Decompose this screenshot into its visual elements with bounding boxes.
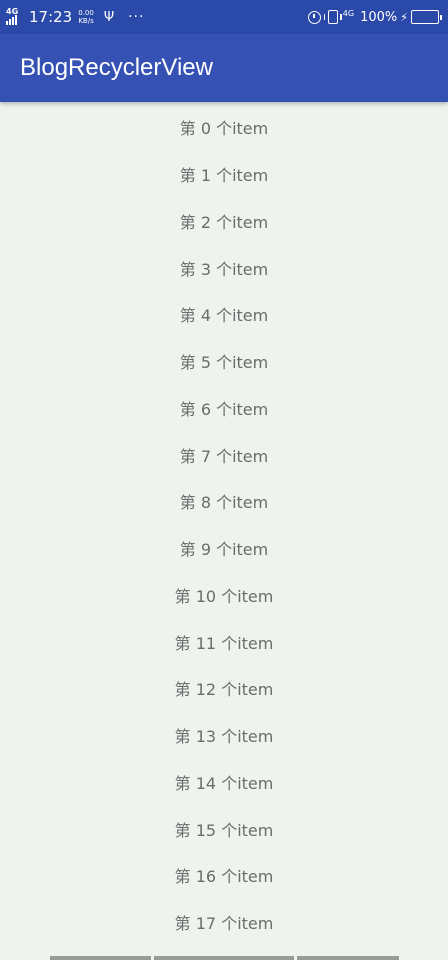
list-item[interactable]: 第 9 个item <box>0 525 448 572</box>
list-item-label: 第 7 个item <box>179 446 269 466</box>
list-item-label: 第 2 个item <box>179 212 269 232</box>
list-item-label: 第 3 个item <box>179 259 269 279</box>
bottom-partial-item <box>50 956 399 960</box>
list-item-label: 第 9 个item <box>179 540 269 560</box>
list-item-label: 第 10 个item <box>174 586 274 606</box>
list-item[interactable]: 第 8 个item <box>0 478 448 525</box>
status-time: 17:23 <box>29 8 73 26</box>
list-item-label: 第 6 个item <box>179 399 269 419</box>
list-item[interactable]: 第 11 个item <box>0 618 448 665</box>
net-speed-value: 0.00 <box>78 9 94 17</box>
usb-icon: Ψ <box>103 9 115 25</box>
charging-icon: ⚡ <box>400 10 408 24</box>
app-bar: BlogRecyclerView <box>0 34 448 102</box>
list-item-label: 第 12 个item <box>174 680 274 700</box>
list-item[interactable]: 第 7 个item <box>0 431 448 478</box>
more-notifications-icon: ··· <box>128 9 145 25</box>
list-item-label: 第 8 个item <box>179 493 269 513</box>
list-item-label: 第 1 个item <box>179 166 269 186</box>
list-item[interactable]: 第 12 个item <box>0 665 448 712</box>
list-item[interactable]: 第 16 个item <box>0 852 448 899</box>
net-speed-unit: KB/s <box>78 17 94 25</box>
battery-icon <box>411 10 442 24</box>
list-item[interactable]: 第 2 个item <box>0 198 448 245</box>
list-item-label: 第 13 个item <box>174 727 274 747</box>
net-speed: 0.00 KB/s <box>78 9 94 25</box>
signal-icon: 4G <box>6 7 26 25</box>
list-item[interactable]: 第 13 个item <box>0 712 448 759</box>
app-title: BlogRecyclerView <box>20 54 213 81</box>
list-item[interactable]: 第 6 个item <box>0 385 448 432</box>
alarm-icon <box>307 10 321 24</box>
status-bar-right: 4G 100% ⚡ <box>307 0 442 34</box>
list-item-label: 第 5 个item <box>179 353 269 373</box>
list-item-label: 第 4 个item <box>179 306 269 326</box>
status-bar: 4G 17:23 0.00 KB/s Ψ ··· 4G 100% ⚡ <box>0 0 448 34</box>
bottom-bar-segment <box>154 956 294 960</box>
vibrate-icon <box>323 10 342 24</box>
status-bar-left: 4G 17:23 0.00 KB/s Ψ ··· <box>6 0 144 34</box>
bottom-bar-segment <box>297 956 399 960</box>
list-item[interactable]: 第 1 个item <box>0 151 448 198</box>
list-item[interactable]: 第 3 个item <box>0 244 448 291</box>
recycler-list[interactable]: 第 0 个item 第 1 个item 第 2 个item 第 3 个item 第 4 … <box>0 104 448 946</box>
bottom-bar-segment <box>50 956 151 960</box>
list-item-label: 第 11 个item <box>174 633 274 653</box>
list-item[interactable]: 第 14 个item <box>0 759 448 806</box>
list-item[interactable]: 第 10 个item <box>0 572 448 619</box>
list-item-label: 第 16 个item <box>174 867 274 887</box>
network-type-label: 4G <box>342 8 355 18</box>
signal-bars <box>6 15 17 25</box>
list-item-label: 第 0 个item <box>179 119 269 139</box>
list-item[interactable]: 第 17 个item <box>0 899 448 946</box>
list-item-label: 第 15 个item <box>174 820 274 840</box>
list-item-label: 第 14 个item <box>174 773 274 793</box>
battery-percent: 100% <box>360 9 398 25</box>
list-item[interactable]: 第 4 个item <box>0 291 448 338</box>
list-item[interactable]: 第 5 个item <box>0 338 448 385</box>
list-item[interactable]: 第 0 个item <box>0 104 448 151</box>
list-item[interactable]: 第 15 个item <box>0 805 448 852</box>
list-item-label: 第 17 个item <box>174 914 274 934</box>
